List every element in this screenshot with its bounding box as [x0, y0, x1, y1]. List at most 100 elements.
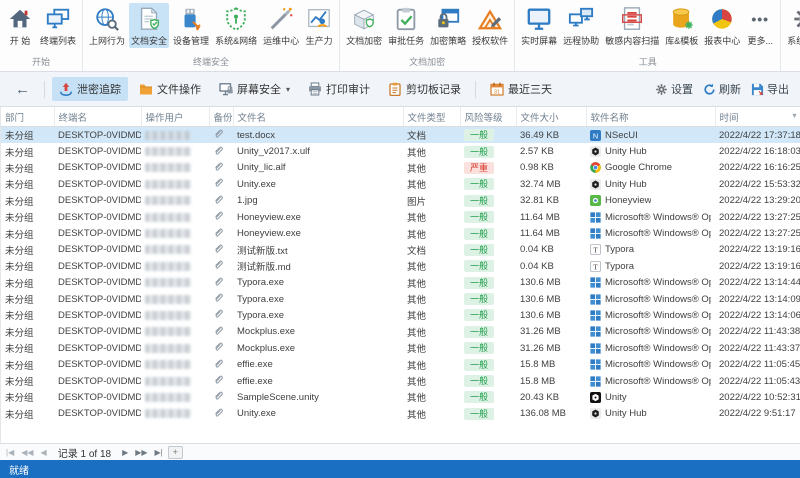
- paperclip-icon[interactable]: [213, 259, 224, 270]
- column-header[interactable]: 风险等级: [460, 107, 517, 127]
- paperclip-icon[interactable]: [213, 276, 224, 287]
- ribbon-item[interactable]: 远程协助: [561, 3, 601, 48]
- table-row[interactable]: 未分组 DESKTOP-0VIDMDJ 测试新版.txt 文档 一般 0.04 KB T Ty…: [1, 242, 800, 258]
- toolbar-button[interactable]: 剪切板记录: [381, 77, 468, 101]
- paperclip-icon[interactable]: [213, 374, 224, 385]
- cell-operator: [141, 258, 209, 274]
- last-page-button[interactable]: ▶|: [153, 448, 165, 457]
- ribbon-item[interactable]: 开 始: [4, 3, 36, 48]
- ribbon-item[interactable]: 文档安全: [129, 3, 170, 48]
- table-row[interactable]: 未分组 DESKTOP-0VIDMDJ effie.exe 其他 一般 15.8 MB Mi…: [1, 373, 800, 389]
- column-menu-button[interactable]: ▾: [792, 111, 796, 120]
- paperclip-icon[interactable]: [213, 194, 224, 205]
- ribbon-item[interactable]: ••• 更多...: [744, 3, 776, 48]
- cell-software: Unity Hub: [586, 143, 715, 159]
- table-row[interactable]: 未分组 DESKTOP-0VIDMDJ Typora.exe 其他 一般 130.6 MB…: [1, 307, 800, 323]
- add-filter-button[interactable]: +: [167, 445, 183, 459]
- column-header[interactable]: 时间 ▾: [715, 107, 800, 127]
- column-header[interactable]: 文件名: [233, 107, 404, 127]
- table-row[interactable]: 未分组 DESKTOP-0VIDMDJ Unity_lic.alf 其他 严重 0.98 …: [1, 160, 800, 176]
- settings-button[interactable]: 设置: [650, 78, 698, 100]
- paperclip-icon[interactable]: [213, 341, 224, 352]
- prev-page-button[interactable]: ◀: [39, 448, 49, 457]
- back-button[interactable]: ←: [6, 80, 39, 99]
- table-row[interactable]: 未分组 DESKTOP-0VIDMDJ Honeyview.exe 其他 一般 11.64…: [1, 225, 800, 241]
- cell-department: 未分组: [5, 262, 34, 274]
- table-row[interactable]: 未分组 DESKTOP-0VIDMDJ Unity_v2017.x.ulf 其他 一般 2…: [1, 143, 800, 159]
- ribbon-item[interactable]: 库&模板: [663, 3, 700, 48]
- paperclip-icon[interactable]: [213, 390, 224, 401]
- column-header[interactable]: 文件大小: [516, 107, 587, 127]
- cell-department: 未分组: [5, 229, 34, 241]
- column-header[interactable]: 软件名称: [586, 107, 716, 127]
- cell-risk: 一般: [460, 258, 516, 274]
- toolbar-button[interactable]: 文件操作: [132, 77, 208, 101]
- ribbon-item[interactable]: 终端列表: [38, 3, 78, 48]
- cell-time: 2022/4/22 17:37:18...: [715, 126, 800, 144]
- column-header[interactable]: 部门: [1, 107, 55, 127]
- ribbon-item[interactable]: 系统&网络: [213, 3, 259, 48]
- paperclip-icon[interactable]: [213, 145, 224, 156]
- table-row[interactable]: 未分组 DESKTOP-0VIDMDJ 1.jpg 图片 一般 32.81 KB Honey…: [1, 193, 800, 209]
- software-name: Unity Hub: [605, 178, 647, 190]
- table-row[interactable]: 未分组 DESKTOP-0VIDMDJ test.docx 文档 一般 36.49 KB N…: [1, 126, 800, 144]
- paperclip-icon[interactable]: [213, 210, 224, 221]
- toolbar-button[interactable]: 屏幕安全 ▾: [212, 77, 297, 101]
- paperclip-icon[interactable]: [213, 243, 224, 254]
- paperclip-icon[interactable]: [213, 308, 224, 319]
- paperclip-icon[interactable]: [213, 128, 224, 139]
- ribbon-group-label: 终端安全: [193, 57, 230, 67]
- table-row[interactable]: 未分组 DESKTOP-0VIDMDJ effie.exe 其他 一般 15.8 MB Mi…: [1, 356, 800, 372]
- ribbon-item[interactable]: 报表中心: [702, 3, 742, 48]
- table-row[interactable]: 未分组 DESKTOP-0VIDMDJ Mockplus.exe 其他 一般 31.26 …: [1, 340, 800, 356]
- ribbon-item[interactable]: 系统设置: [785, 3, 800, 48]
- ribbon-item[interactable]: 加密策略: [428, 3, 468, 48]
- first-page-button[interactable]: |◀: [4, 448, 16, 457]
- refresh-button[interactable]: 刷新: [698, 78, 746, 100]
- table-row[interactable]: 未分组 DESKTOP-0VIDMDJ SampleScene.unity 其他 一般 2…: [1, 389, 800, 405]
- paperclip-icon[interactable]: [213, 358, 224, 369]
- toolbar-button[interactable]: 泄密追踪: [52, 77, 128, 101]
- ribbon-item[interactable]: 授权软件: [470, 3, 510, 48]
- paperclip-icon[interactable]: [213, 227, 224, 238]
- cell-filename: Typora.exe: [237, 277, 284, 289]
- grid-empty-area: [1, 422, 800, 443]
- table-row[interactable]: 未分组 DESKTOP-0VIDMDJ Typora.exe 其他 一般 130.6 MB…: [1, 291, 800, 307]
- column-header[interactable]: 备份: [209, 107, 234, 127]
- toolbar-button[interactable]: 打印审计: [301, 77, 377, 101]
- ribbon-item[interactable]: 运维中心: [261, 3, 301, 48]
- paperclip-icon[interactable]: [213, 161, 224, 172]
- column-header[interactable]: 操作用户: [141, 107, 210, 127]
- table-row[interactable]: 未分组 DESKTOP-0VIDMDJ Mockplus.exe 其他 一般 31.26 …: [1, 324, 800, 340]
- next-pageblock-button[interactable]: ▶▶: [133, 448, 149, 457]
- paperclip-icon[interactable]: [213, 292, 224, 303]
- row-more-button[interactable]: ...: [788, 127, 799, 143]
- paperclip-icon[interactable]: [213, 407, 224, 418]
- table-row[interactable]: 未分组 DESKTOP-0VIDMDJ 测试新版.md 其他 一般 0.04 KB T Typ…: [1, 258, 800, 274]
- table-row[interactable]: 未分组 DESKTOP-0VIDMDJ Unity.exe 其他 一般 136.08 MB…: [1, 406, 800, 422]
- ribbon-item[interactable]: 文档加密: [344, 3, 384, 48]
- ribbon-item[interactable]: 上网行为: [87, 3, 127, 48]
- device-manage-icon: [177, 5, 205, 33]
- cell-software: Microsoft® Windows® Oper...: [586, 307, 715, 323]
- table-row[interactable]: 未分组 DESKTOP-0VIDMDJ Typora.exe 其他 一般 130.6 MB…: [1, 275, 800, 291]
- ribbon-item[interactable]: 敏感内容扫描: [603, 3, 661, 48]
- paperclip-icon[interactable]: [213, 325, 224, 336]
- ribbon-item[interactable]: 实时屏幕: [519, 3, 559, 48]
- toolbar-button[interactable]: 31 最近三天: [483, 77, 559, 101]
- prev-pageblock-button[interactable]: ◀◀: [19, 448, 35, 457]
- column-header-label: 操作用户: [145, 113, 184, 124]
- table-row[interactable]: 未分组 DESKTOP-0VIDMDJ Unity.exe 其他 一般 32.74 MB U…: [1, 176, 800, 192]
- column-header[interactable]: 终端名: [54, 107, 142, 127]
- cell-risk: 一般: [460, 291, 516, 307]
- cell-software: Honeyview: [586, 193, 715, 209]
- ribbon-item[interactable]: 审批任务: [386, 3, 426, 48]
- next-page-button[interactable]: ▶: [120, 448, 130, 457]
- ribbon-item[interactable]: 设备管理: [171, 3, 211, 48]
- table-row[interactable]: 未分组 DESKTOP-0VIDMDJ Honeyview.exe 其他 一般 11.64…: [1, 209, 800, 225]
- cell-filetype: 其他: [407, 163, 427, 175]
- export-button[interactable]: 导出: [746, 78, 794, 100]
- paperclip-icon[interactable]: [213, 177, 224, 188]
- column-header[interactable]: 文件类型: [403, 107, 461, 127]
- ribbon-item[interactable]: 生产力: [303, 3, 335, 48]
